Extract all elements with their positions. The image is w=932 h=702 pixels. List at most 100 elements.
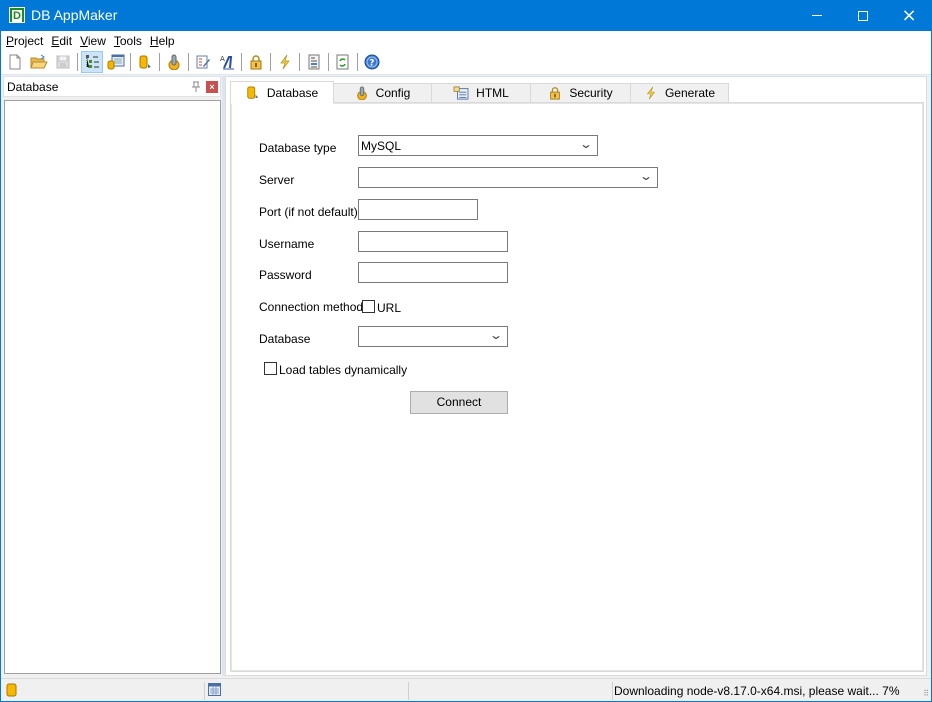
help-icon: ? [364,54,380,70]
help-button[interactable]: ? [361,51,383,73]
close-icon: × [901,4,917,26]
tab-html[interactable]: HTML [431,83,531,103]
url-checkbox[interactable] [362,300,375,313]
database-type-label: Database type [259,141,337,155]
status-message: Downloading node-v8.17.0-x64.msi, please… [614,684,900,698]
load-tables-checkbox[interactable] [264,362,277,375]
pin-icon[interactable] [190,81,202,93]
url-checkbox-label[interactable]: URL [377,301,401,315]
refresh-icon [336,54,349,70]
resize-grip[interactable]: ⠿ [923,689,929,698]
lightning-icon [646,86,656,100]
username-input[interactable] [358,231,508,252]
minimize-button[interactable] [794,0,840,31]
lock-icon [250,55,262,70]
toolbar-separator [328,53,329,71]
menu-tools[interactable]: Tools [113,34,146,48]
database-icon [247,85,259,99]
generate-button[interactable] [274,51,296,73]
config-icon [356,86,367,100]
open-project-button[interactable] [28,51,50,73]
table-view-button[interactable] [105,51,127,73]
database-label: Database [259,332,311,346]
status-bar: Downloading node-v8.17.0-x64.msi, please… [1,678,931,700]
close-button[interactable]: × [886,0,932,31]
refresh-button[interactable] [332,51,354,73]
edit-icon [196,55,210,69]
toolbar-separator [241,53,242,71]
panel-header: Database × [3,76,221,97]
tree-view-button[interactable] [81,51,103,73]
menu-project[interactable]: Project [5,34,47,48]
tab-database[interactable]: Database [230,81,334,104]
svg-text:A: A [220,55,225,63]
svg-text:?: ? [369,59,374,69]
toolbar-separator [270,53,271,71]
main-panel: Database Config HTML Security Generate D… [225,76,927,676]
toolbar-separator [357,53,358,71]
tab-strip: Database Config HTML Security Generate [230,81,924,104]
new-project-button[interactable] [4,51,26,73]
app-icon: D [9,7,25,23]
tab-generate[interactable]: Generate [630,83,729,103]
server-label: Server [259,173,295,187]
save-icon [56,55,70,69]
save-button[interactable] [52,51,74,73]
app-window: D DB AppMaker × Project Edit View Tools … [0,0,932,701]
html-icon [453,86,469,100]
config-icon [168,54,180,70]
lock-icon [550,87,561,100]
table-view-icon [107,54,125,70]
font-icon: A [220,55,234,70]
database-panel: Database × [3,76,221,676]
tab-config[interactable]: Config [333,83,432,103]
table-icon [208,683,221,696]
tab-security[interactable]: Security [530,83,631,103]
maximize-button[interactable] [840,0,886,31]
database-select[interactable]: ⌄ [358,326,508,347]
chevron-down-icon: ⌄ [638,169,654,183]
title-bar[interactable]: D DB AppMaker × [0,0,932,31]
password-input[interactable] [358,262,508,283]
status-separator [204,682,205,700]
password-label: Password [259,268,312,282]
form-button[interactable] [303,51,325,73]
status-separator [612,682,613,700]
window-title: DB AppMaker [31,7,118,23]
toolbar-separator [77,53,78,71]
toolbar-separator [299,53,300,71]
tree-view-icon [86,55,99,68]
font-button[interactable]: A [216,51,238,73]
menu-edit[interactable]: Edit [50,34,76,48]
port-input[interactable] [358,199,478,220]
panel-close-button[interactable]: × [206,81,218,93]
config-button[interactable] [163,51,185,73]
database-icon [6,683,17,697]
database-tree[interactable] [4,100,221,674]
toolbar-separator [188,53,189,71]
server-combobox[interactable]: ⌄ [358,167,658,188]
load-tables-label[interactable]: Load tables dynamically [279,363,407,377]
toolbar-separator [130,53,131,71]
menu-view[interactable]: View [79,34,110,48]
panel-title: Database [7,80,59,94]
menu-help[interactable]: Help [149,34,179,48]
lightning-icon [280,54,290,70]
username-label: Username [259,237,315,251]
connect-button[interactable]: Connect [410,391,508,414]
database-icon [139,55,151,69]
edit-button[interactable] [192,51,214,73]
security-button[interactable] [245,51,267,73]
toolbar: A ? [1,50,931,75]
minimize-icon [812,15,822,16]
open-folder-icon [30,54,48,69]
connection-method-label: Connection method [259,300,364,314]
database-button[interactable] [134,51,156,73]
chevron-down-icon: ⌄ [488,328,504,342]
toolbar-separator [159,53,160,71]
port-label: Port (if not default) [259,205,358,219]
form-icon [308,54,320,70]
menu-bar: Project Edit View Tools Help [1,31,931,50]
chevron-down-icon: ⌄ [578,137,594,151]
database-type-select[interactable]: MySQL ⌄ [358,135,598,156]
